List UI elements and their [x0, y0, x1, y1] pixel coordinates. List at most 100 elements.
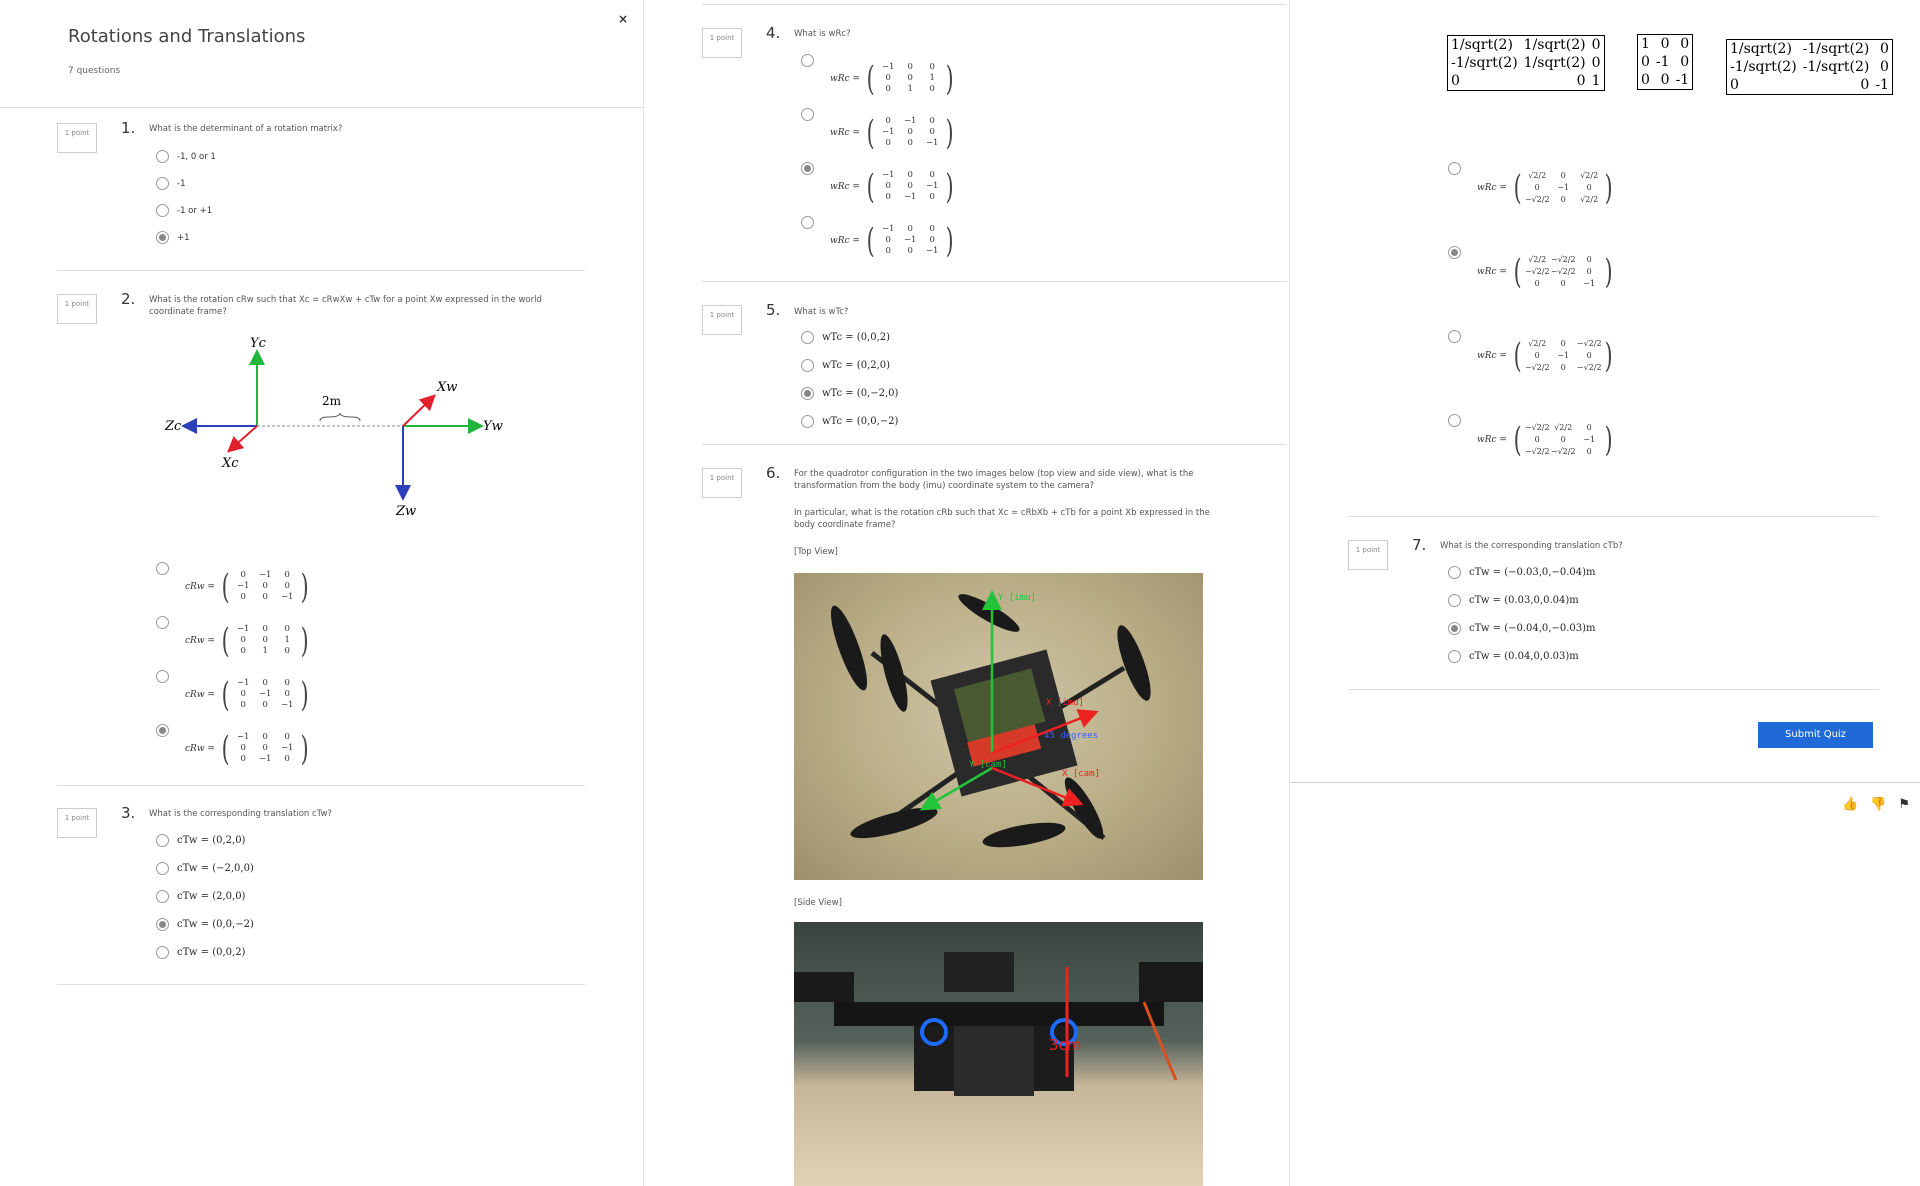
radio-button[interactable] [801, 216, 814, 229]
question-number: 6. [766, 464, 781, 482]
divider [702, 444, 1287, 445]
matrix-option[interactable]: wRc =(−√2/2 √2/2 0 0 0 −1 −√2/2 −√2/2 0) [1448, 414, 1615, 458]
answer-option[interactable]: -1 [156, 177, 185, 190]
answer-option[interactable]: -1 or +1 [156, 204, 212, 217]
matrix-option[interactable]: wRc =(−1 0 0 0 −1 0 0 0 −1) [801, 216, 956, 258]
matrix-cell: −1 [903, 116, 917, 126]
radio-button[interactable] [156, 724, 169, 737]
box-cell: 0 [1591, 37, 1601, 53]
answer-option[interactable]: -1, 0 or 1 [156, 150, 216, 163]
matrix-cell: 0 [907, 138, 913, 148]
radio-button[interactable] [156, 562, 169, 575]
xc-label: Xc [221, 456, 239, 471]
matrix-option[interactable]: cRw =(−1 0 0 0 −1 0 0 0 −1) [156, 670, 311, 712]
answer-option[interactable]: cTw = (0,0,2) [156, 946, 245, 959]
matrix-cell: −√2/2 [1550, 255, 1576, 264]
matrix-option[interactable]: wRc =(√2/2 −√2/2 0 −√2/2 −√2/2 0 0 0 −1) [1448, 246, 1615, 290]
quiz-panel-middle: 1 point 4. What is wRc? wRc =(−1 0 0 0 0 1 0 1 0… [643, 0, 1290, 1186]
side-view-label: [Side View] [794, 898, 842, 908]
thumbs-down-icon[interactable]: 👎 [1870, 797, 1886, 812]
radio-button[interactable] [1448, 330, 1461, 343]
answer-option[interactable]: cTw = (2,0,0) [156, 890, 245, 903]
matrix-cell: −√2/2 [1576, 339, 1602, 348]
radio-button[interactable] [156, 177, 169, 190]
matrix-lhs: cRw = [185, 689, 215, 700]
matrix-option[interactable]: wRc =(√2/2 0 −√2/2 0 −1 0 −√2/2 0 −√2/2) [1448, 330, 1615, 374]
radio-button[interactable] [1448, 246, 1461, 259]
matrix-cell: −1 [236, 678, 250, 688]
answer-option[interactable]: cTw = (−0.04,0,−0.03)m [1448, 622, 1596, 635]
radio-button[interactable] [801, 162, 814, 175]
submit-quiz-button[interactable]: Submit Quiz [1758, 722, 1873, 748]
answer-option[interactable]: cTw = (0,0,−2) [156, 918, 254, 931]
matrix-cell: 0 [240, 570, 246, 580]
radio-button[interactable] [1448, 594, 1461, 607]
answer-option[interactable]: cTw = (0.03,0,0.04)m [1448, 594, 1579, 607]
radio-button[interactable] [156, 231, 169, 244]
matrix-cell: 0 [907, 181, 913, 191]
matrix-cell: 0 [929, 192, 935, 202]
thumbs-up-icon[interactable]: 👍 [1842, 797, 1858, 812]
flag-icon[interactable]: ⚑ [1898, 797, 1910, 812]
matrix-cell: 0 [1534, 279, 1540, 288]
answer-option[interactable]: wTc = (0,0,2) [801, 331, 890, 344]
radio-button[interactable] [156, 834, 169, 847]
radio-button[interactable] [1448, 414, 1461, 427]
radio-button[interactable] [1448, 650, 1461, 663]
matrix-option[interactable]: wRc =(−1 0 0 0 0 1 0 1 0) [801, 54, 956, 96]
quiz-title: Rotations and Translations [68, 26, 306, 47]
answer-option[interactable]: wTc = (0,2,0) [801, 359, 890, 372]
matrix-option[interactable]: cRw =(0 −1 0 −1 0 0 0 0 −1) [156, 562, 311, 604]
matrix-option[interactable]: wRc =(0 −1 0 −1 0 0 0 0 −1) [801, 108, 956, 150]
radio-button[interactable] [156, 204, 169, 217]
sqrt-matrix-box: 1 0 0 0 -1 0 0 0 -1 [1637, 34, 1694, 90]
radio-button[interactable] [156, 918, 169, 931]
box-cell: 1/sqrt(2) [1523, 37, 1586, 53]
matrix-option[interactable]: wRc =(√2/2 0 √2/2 0 −1 0 −√2/2 0 √2/2) [1448, 162, 1615, 206]
answer-option[interactable]: cTw = (0,2,0) [156, 834, 245, 847]
answer-option[interactable]: wTc = (0,0,−2) [801, 415, 898, 428]
option-label: wTc = (0,0,2) [822, 332, 891, 343]
radio-button[interactable] [801, 331, 814, 344]
matrix-cell: −√2/2 [1524, 447, 1550, 456]
radio-button[interactable] [801, 108, 814, 121]
radio-button[interactable] [801, 359, 814, 372]
matrix-cell: 0 [929, 127, 935, 137]
radio-button[interactable] [156, 670, 169, 683]
matrix-option[interactable]: cRw =(−1 0 0 0 0 −1 0 −1 0) [156, 724, 311, 766]
matrix-option[interactable]: cRw =(−1 0 0 0 0 1 0 1 0) [156, 616, 311, 658]
matrix-option[interactable]: wRc =(−1 0 0 0 0 −1 0 −1 0) [801, 162, 956, 204]
matrix-cell: 0 [240, 743, 246, 753]
close-icon[interactable]: × [618, 12, 628, 26]
radio-button[interactable] [1448, 566, 1461, 579]
radio-button[interactable] [1448, 162, 1461, 175]
point-badge: 1 point [57, 294, 97, 324]
option-label: cTw = (−2,0,0) [177, 863, 254, 874]
matrix-cell: 0 [262, 743, 268, 753]
matrix-lhs: cRw = [185, 581, 215, 592]
option-label: -1, 0 or 1 [177, 151, 216, 162]
radio-button[interactable] [156, 616, 169, 629]
matrix-cell: 0 [1586, 423, 1592, 432]
radio-button[interactable] [156, 150, 169, 163]
answer-option[interactable]: wTc = (0,−2,0) [801, 387, 898, 400]
radio-button[interactable] [156, 946, 169, 959]
matrix-cell: 0 [240, 592, 246, 602]
matrix-cell: √2/2 [1580, 171, 1599, 180]
radio-button[interactable] [801, 54, 814, 67]
answer-option[interactable]: cTw = (0.04,0,0.03)m [1448, 650, 1579, 663]
matrix-cell: 0 [1534, 435, 1540, 444]
answer-option[interactable]: cTw = (−2,0,0) [156, 862, 254, 875]
svg-text:X [cam]: X [cam] [1062, 769, 1100, 779]
matrix-cell: 0 [262, 624, 268, 634]
answer-option[interactable]: +1 [156, 231, 190, 244]
radio-button[interactable] [801, 387, 814, 400]
radio-button[interactable] [801, 415, 814, 428]
box-cell: 1 [1591, 73, 1601, 89]
answer-option[interactable]: cTw = (−0.03,0,−0.04)m [1448, 566, 1596, 579]
radio-button[interactable] [156, 890, 169, 903]
radio-button[interactable] [156, 862, 169, 875]
radio-button[interactable] [1448, 622, 1461, 635]
option-label: cTw = (−0.03,0,−0.04)m [1469, 567, 1596, 578]
matrix: 0 −1 0 −1 0 0 0 0 −1 [232, 570, 298, 603]
